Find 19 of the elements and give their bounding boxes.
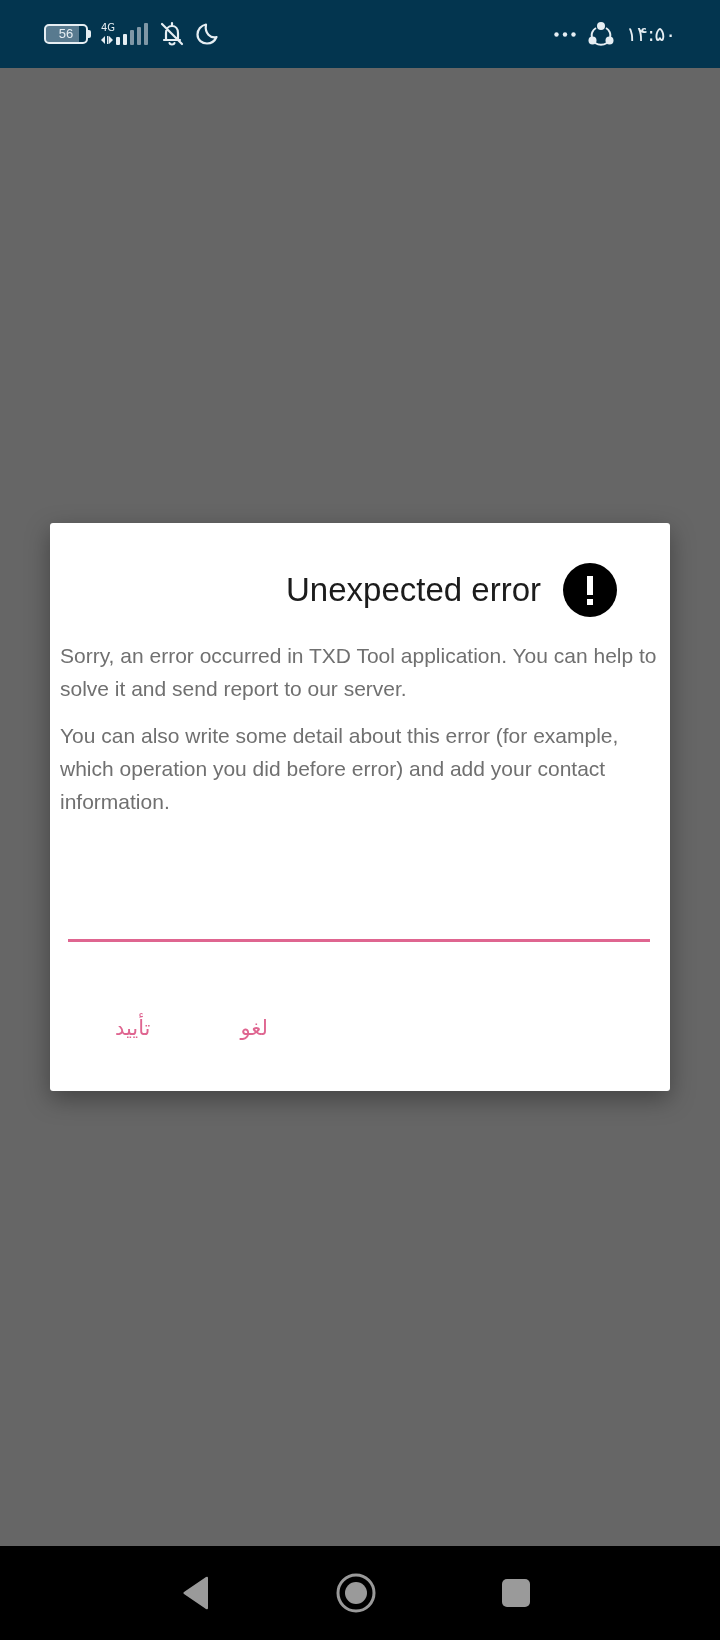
clock-time: ۱۴:۵۰ <box>626 22 676 46</box>
data-arrows-icon <box>101 35 113 45</box>
back-icon[interactable] <box>182 1576 210 1610</box>
battery-tip <box>88 30 91 38</box>
muted-bell-icon <box>159 21 186 47</box>
exclamation-icon <box>563 563 617 617</box>
moon-icon <box>195 22 220 46</box>
network-type-label: 4G <box>101 23 116 33</box>
more-dots-icon <box>554 31 577 37</box>
recent-apps-icon[interactable] <box>502 1579 530 1607</box>
dialog-title: Unexpected error <box>286 570 541 610</box>
dialog-button[interactable]: لغو <box>220 1000 288 1056</box>
dialog-message: Sorry, an error occurred in TXD Tool application. You can help to solve it and send report to our server. <box>60 643 658 702</box>
battery-indicator: 56 <box>44 24 88 44</box>
home-icon[interactable] <box>336 1573 376 1613</box>
dialog-message: You can also write some detail about this error (for example, which operation you did before error) and add your contact information. <box>60 723 620 815</box>
connected-nodes-icon <box>588 21 615 47</box>
dialog-button[interactable]: تأیید <box>95 1000 171 1056</box>
signal-bars-icon <box>116 23 150 45</box>
